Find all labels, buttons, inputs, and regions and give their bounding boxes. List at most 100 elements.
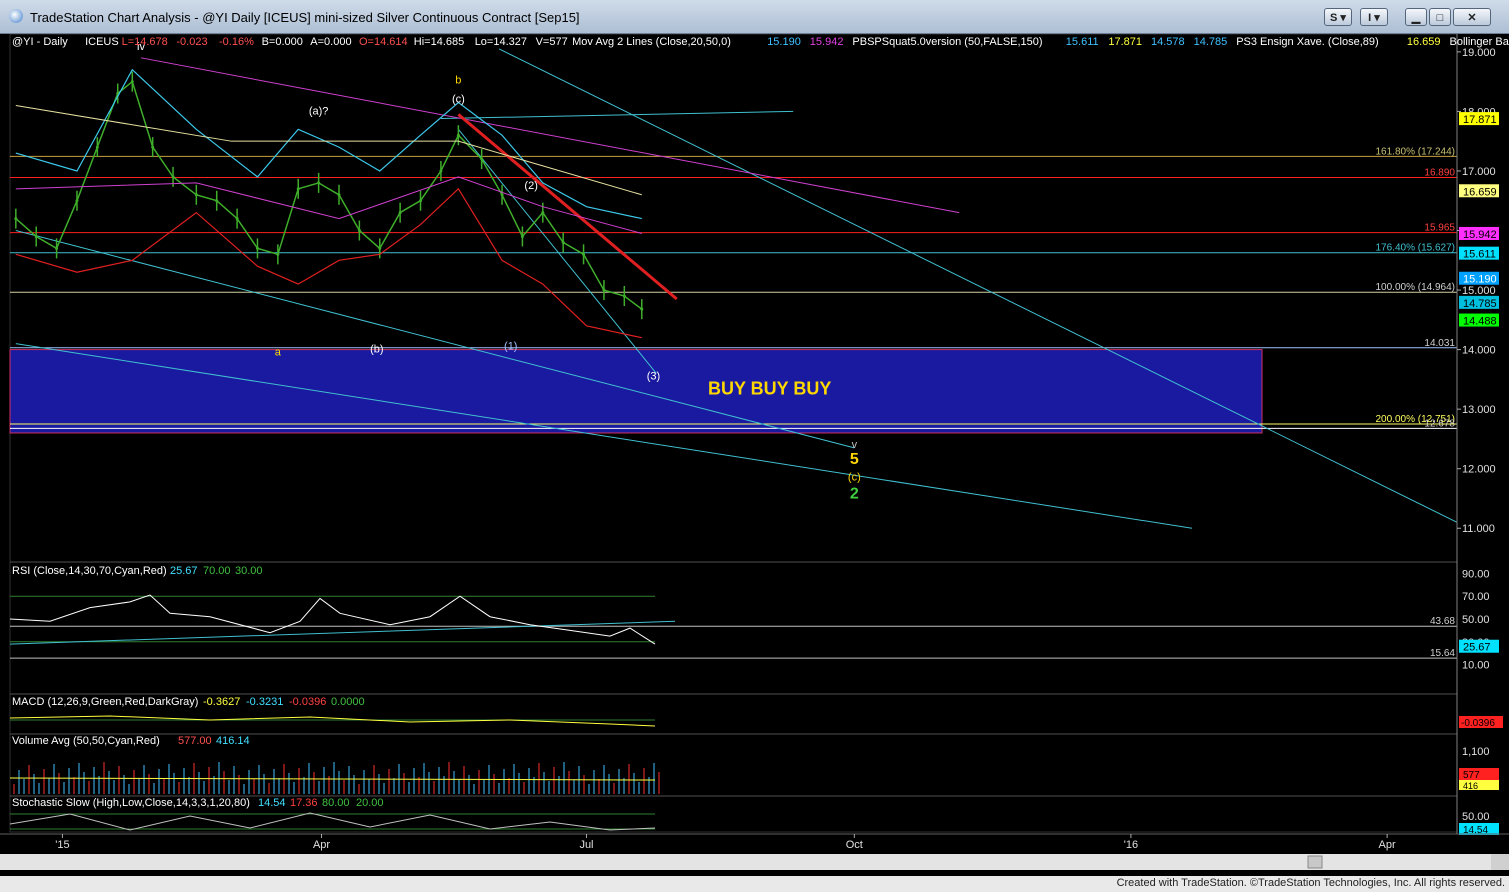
price-badge-label: 15.190 (1463, 274, 1497, 286)
scroll-right-arrow-icon[interactable] (1491, 854, 1509, 870)
volume-label: Volume Avg (50,50,Cyan,Red) (12, 735, 160, 747)
price-point (276, 252, 280, 256)
price-series (15, 80, 643, 310)
price-point (255, 246, 259, 250)
wave-label: 2 (850, 485, 859, 502)
price-tick-label: 13.000 (1462, 404, 1496, 416)
chart-header: @YI - Daily ICEUS L=14.678 -0.023 -0.16% B=0.… (12, 36, 1509, 48)
header-item: PS3 Ensign Xave. (Close,89) (1236, 36, 1378, 48)
price-point (378, 246, 382, 250)
level-label: 15.965 (1424, 223, 1455, 234)
header-item: B=0.000 (262, 36, 303, 48)
price-point (398, 211, 402, 215)
rsi-tick-label: 50.00 (1462, 614, 1490, 626)
price-point (561, 240, 565, 244)
price-tick-label: 11.000 (1462, 523, 1495, 535)
time-axis: '15 Apr Jul Oct '16 Apr (0, 833, 1509, 870)
macd-label: MACD (12,26,9,Green,Red,DarkGray) (12, 696, 198, 708)
price-point (194, 193, 198, 197)
header-item: -0.16% (219, 36, 254, 48)
trend-line (457, 113, 678, 301)
window-title: TradeStation Chart Analysis - @YI Daily … (30, 10, 580, 25)
header-item: O=14.614 (359, 36, 408, 48)
header-item: PBSPSquat5.0version (50,FALSE,150) (852, 36, 1042, 48)
price-point (55, 246, 59, 250)
price-point (215, 199, 219, 203)
price-badge-label: 15.611 (1463, 249, 1496, 261)
minimize-button[interactable]: ▁ (1405, 8, 1427, 26)
price-point (456, 133, 460, 137)
wave-label: (3) (647, 370, 660, 382)
price-badge-label: 14.785 (1463, 298, 1497, 310)
time-tick-label: '16 (1124, 839, 1138, 851)
wave-label: 5 (850, 451, 859, 468)
level-label: 12.678 (1424, 418, 1455, 429)
wave-label: (1) (504, 341, 517, 353)
time-tick-label: Jul (579, 839, 593, 851)
stoch-series (9, 812, 656, 831)
volume-value: 577.00 (178, 735, 212, 747)
trend-line (498, 48, 1458, 523)
price-point (419, 199, 423, 203)
macd-badge-label: -0.0396 (1461, 718, 1495, 729)
header-item: Lo=14.327 (475, 36, 527, 48)
price-badge-label: 17.871 (1463, 114, 1497, 126)
price-point (130, 80, 134, 84)
price-panel[interactable]: BUY BUY BUY 161.80% (17.244) 16.890 15.965 1… (9, 34, 1458, 833)
rsi-tick-label: 70.00 (1462, 591, 1490, 603)
level-label: 161.80% (17.244) (1375, 146, 1455, 157)
stoch-ob: 80.00 (322, 797, 350, 809)
rsi-tick-label: 10.00 (1462, 660, 1490, 672)
price-point (541, 211, 545, 215)
stoch-label: Stochastic Slow (High,Low,Close,14,3,3,1… (12, 797, 250, 809)
scrollbar-thumb[interactable] (1307, 855, 1323, 869)
price-tick-label: 15.000 (1462, 285, 1496, 297)
close-button[interactable]: ✕ (1453, 8, 1491, 26)
price-chart[interactable]: BUY BUY BUY 161.80% (17.244) 16.890 15.965 1… (0, 34, 1509, 876)
header-item: 14.785 (1194, 36, 1228, 48)
volume-avg-value: 416.14 (216, 735, 250, 747)
header-item: 16.659 (1407, 36, 1441, 48)
rsi-label: RSI (Close,14,30,70,Cyan,Red) (12, 565, 167, 577)
header-item: V=577 (536, 36, 568, 48)
wave-label: v (852, 439, 858, 451)
ma-yellow-series (15, 104, 642, 196)
price-point (235, 217, 239, 221)
macd-series (9, 715, 656, 727)
header-item: Bollinger Bands (Close,Clos (1450, 36, 1509, 48)
rsi-level-label: 15.64 (1430, 648, 1455, 659)
status-bar: Created with TradeStation. ©TradeStation… (0, 876, 1509, 892)
price-tick-label: 14.000 (1462, 345, 1496, 357)
header-item: A=0.000 (310, 36, 351, 48)
price-point (439, 169, 443, 173)
time-tick-label: Oct (846, 839, 863, 851)
rsi-badge-label: 25.67 (1463, 642, 1491, 654)
header-item: @YI - Daily (12, 36, 68, 48)
maximize-button[interactable]: □ (1429, 8, 1451, 26)
credit-text: Created with TradeStation. ©TradeStation… (1116, 877, 1505, 889)
stoch-tick-label: 50.00 (1462, 811, 1490, 823)
header-item: 14.578 (1151, 36, 1185, 48)
price-point (75, 199, 79, 203)
wave-label: a (275, 347, 282, 359)
rsi-level-label: 43.68 (1430, 616, 1455, 627)
header-item: ICEUS (85, 36, 119, 48)
wave-label: (c) (452, 93, 465, 105)
price-point (296, 187, 300, 191)
horizontal-scrollbar[interactable] (0, 854, 1509, 870)
price-point (582, 252, 586, 256)
time-tick-label: Apr (313, 839, 330, 851)
bb-lower-series (15, 187, 642, 339)
price-point (357, 229, 361, 233)
stoch-d: 17.36 (290, 797, 318, 809)
trend-line (440, 110, 794, 120)
s-menu-button[interactable]: S ▾ (1324, 8, 1352, 26)
price-point (640, 307, 644, 311)
price-point (622, 294, 626, 298)
header-item: -0.023 (176, 36, 207, 48)
i-menu-button[interactable]: I ▾ (1360, 8, 1388, 26)
price-point (151, 145, 155, 149)
price-badge-label: 15.942 (1463, 229, 1497, 241)
close-icon: ✕ (1467, 12, 1477, 24)
price-point (171, 175, 175, 179)
